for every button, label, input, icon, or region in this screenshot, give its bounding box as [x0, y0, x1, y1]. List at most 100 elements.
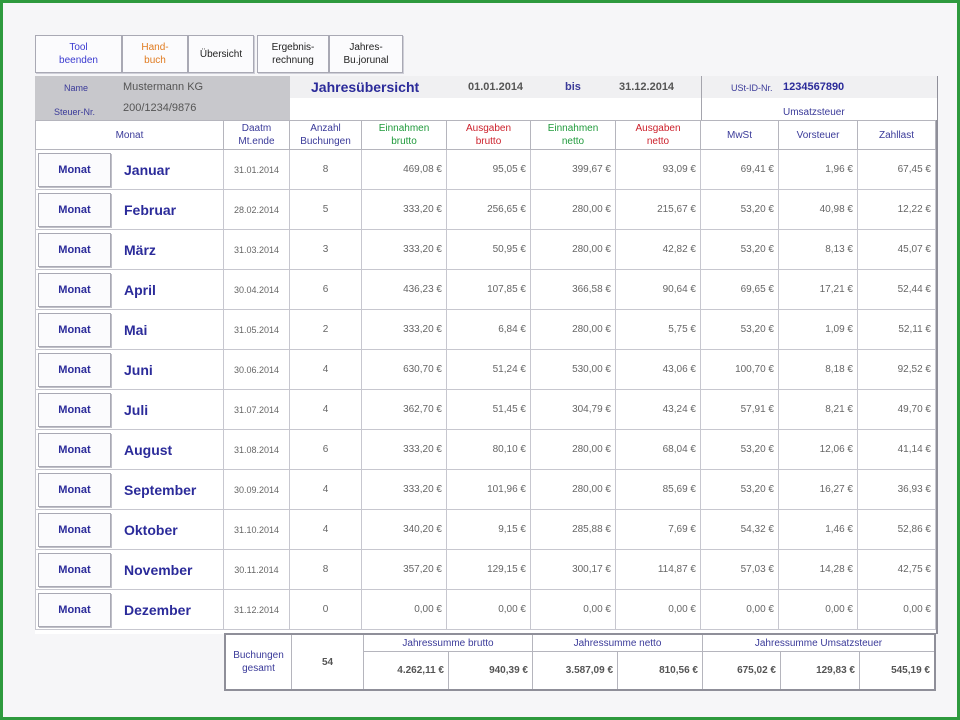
monat-button[interactable]: Monat	[38, 433, 111, 467]
monat-button[interactable]: Monat	[38, 593, 111, 627]
row-month-name: Dezember	[124, 602, 191, 618]
row-date: 30.09.2014	[224, 470, 290, 510]
row-vorsteuer: 16,27 €	[779, 470, 858, 510]
monat-button[interactable]: Monat	[38, 233, 111, 267]
row-einnahmen-brutto: 333,20 €	[362, 470, 447, 510]
row-vorsteuer: 1,96 €	[779, 150, 858, 190]
row-ausgaben-netto: 0,00 €	[616, 590, 701, 630]
row-zahllast: 36,93 €	[858, 470, 936, 510]
col-datum: Daatm Mt.ende	[224, 120, 290, 150]
row-vorsteuer: 0,00 €	[779, 590, 858, 630]
table-row: Monat September 30.09.2014 4 333,20 €101,96 …	[35, 470, 936, 510]
row-einnahmen-netto: 280,00 €	[531, 310, 616, 350]
row-month-cell: Monat Januar	[35, 150, 224, 190]
row-zahllast: 52,11 €	[858, 310, 936, 350]
row-zahllast: 67,45 €	[858, 150, 936, 190]
row-ausgaben-brutto: 107,85 €	[447, 270, 531, 310]
total-ausgaben-brutto: 940,39 €	[449, 652, 533, 689]
col-monat: Monat	[35, 120, 224, 150]
row-vorsteuer: 12,06 €	[779, 430, 858, 470]
row-zahllast: 41,14 €	[858, 430, 936, 470]
row-mwst: 0,00 €	[701, 590, 779, 630]
row-zahllast: 12,22 €	[858, 190, 936, 230]
row-einnahmen-netto: 280,00 €	[531, 230, 616, 270]
date-to: 31.12.2014	[619, 81, 675, 93]
total-einnahmen-brutto: 4.262,11 €	[364, 652, 449, 689]
row-mwst: 69,65 €	[701, 270, 779, 310]
row-count: 3	[290, 230, 362, 270]
monat-button[interactable]: Monat	[38, 553, 111, 587]
col-einnahmen-brutto: Einnahmen brutto	[362, 120, 447, 150]
row-vorsteuer: 1,46 €	[779, 510, 858, 550]
jahressumme-ust-label: Jahressumme Umsatzsteuer	[703, 635, 934, 652]
monat-button[interactable]: Monat	[38, 193, 111, 227]
row-vorsteuer: 1,09 €	[779, 310, 858, 350]
row-zahllast: 52,86 €	[858, 510, 936, 550]
monat-button[interactable]: Monat	[38, 473, 111, 507]
row-zahllast: 45,07 €	[858, 230, 936, 270]
row-einnahmen-brutto: 333,20 €	[362, 230, 447, 270]
monat-button[interactable]: Monat	[38, 513, 111, 547]
row-vorsteuer: 17,21 €	[779, 270, 858, 310]
row-month-cell: Monat Dezember	[35, 590, 224, 630]
table-row: Monat Mai 31.05.2014 2 333,20 €6,84 €280,00 …	[35, 310, 936, 350]
col-ausgaben-brutto: Ausgaben brutto	[447, 120, 531, 150]
row-mwst: 53,20 €	[701, 230, 779, 270]
row-einnahmen-brutto: 630,70 €	[362, 350, 447, 390]
row-vorsteuer: 8,18 €	[779, 350, 858, 390]
row-mwst: 69,41 €	[701, 150, 779, 190]
tax-number-value: 200/1234/9876	[123, 102, 197, 114]
date-from: 01.01.2014	[468, 81, 524, 93]
row-einnahmen-brutto: 469,08 €	[362, 150, 447, 190]
monat-button[interactable]: Monat	[38, 153, 111, 187]
monat-button[interactable]: Monat	[38, 353, 111, 387]
table-row: Monat März 31.03.2014 3 333,20 €50,95 €280,0…	[35, 230, 936, 270]
row-einnahmen-netto: 0,00 €	[531, 590, 616, 630]
row-einnahmen-netto: 280,00 €	[531, 430, 616, 470]
row-date: 28.02.2014	[224, 190, 290, 230]
tax-number-label: Steuer-Nr.	[54, 107, 96, 117]
row-mwst: 57,03 €	[701, 550, 779, 590]
row-ausgaben-brutto: 95,05 €	[447, 150, 531, 190]
row-vorsteuer: 14,28 €	[779, 550, 858, 590]
row-month-name: März	[124, 242, 156, 258]
uebersicht-button[interactable]: Übersicht	[188, 35, 254, 73]
ergebnisrechnung-button[interactable]: Ergebnis- rechnung	[257, 35, 329, 73]
row-ausgaben-netto: 68,04 €	[616, 430, 701, 470]
row-einnahmen-brutto: 0,00 €	[362, 590, 447, 630]
handbuch-button[interactable]: Hand- buch	[122, 35, 188, 73]
row-einnahmen-brutto: 436,23 €	[362, 270, 447, 310]
tool-beenden-button[interactable]: Tool beenden	[35, 35, 122, 73]
row-date: 30.11.2014	[224, 550, 290, 590]
row-mwst: 54,32 €	[701, 510, 779, 550]
row-date: 31.08.2014	[224, 430, 290, 470]
row-ausgaben-brutto: 51,45 €	[447, 390, 531, 430]
row-count: 4	[290, 470, 362, 510]
row-count: 6	[290, 270, 362, 310]
col-anzahl: Anzahl Buchungen	[290, 120, 362, 150]
row-ausgaben-netto: 93,09 €	[616, 150, 701, 190]
row-ausgaben-netto: 85,69 €	[616, 470, 701, 510]
monat-button[interactable]: Monat	[38, 273, 111, 307]
row-mwst: 53,20 €	[701, 190, 779, 230]
table-row: Monat August 31.08.2014 6 333,20 €80,10 €280…	[35, 430, 936, 470]
row-einnahmen-netto: 280,00 €	[531, 190, 616, 230]
total-zahllast: 545,19 €	[891, 665, 930, 676]
monat-button[interactable]: Monat	[38, 313, 111, 347]
col-einnahmen-netto: Einnahmen netto	[531, 120, 616, 150]
date-bis: bis	[565, 81, 581, 93]
row-month-cell: Monat November	[35, 550, 224, 590]
row-zahllast: 42,75 €	[858, 550, 936, 590]
jahres-bujournal-button[interactable]: Jahres- Bu.jorunal	[329, 35, 403, 73]
row-ausgaben-brutto: 80,10 €	[447, 430, 531, 470]
row-ausgaben-brutto: 256,65 €	[447, 190, 531, 230]
monat-button[interactable]: Monat	[38, 393, 111, 427]
name-value: Mustermann KG	[123, 81, 204, 93]
row-ausgaben-brutto: 50,95 €	[447, 230, 531, 270]
row-ausgaben-brutto: 129,15 €	[447, 550, 531, 590]
row-einnahmen-brutto: 333,20 €	[362, 310, 447, 350]
row-date: 31.03.2014	[224, 230, 290, 270]
table-row: Monat Februar 28.02.2014 5 333,20 €256,65 €2…	[35, 190, 936, 230]
row-ausgaben-netto: 42,82 €	[616, 230, 701, 270]
row-month-name: Juli	[124, 402, 149, 418]
